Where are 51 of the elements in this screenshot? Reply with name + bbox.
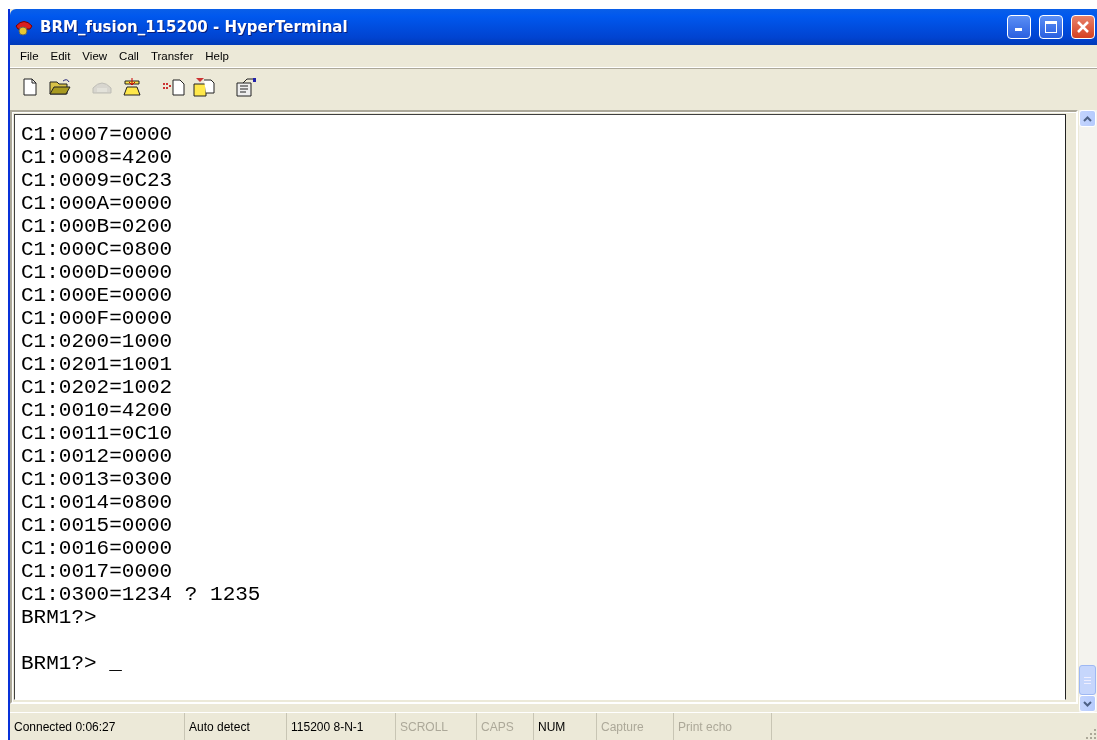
window-title: BRM_fusion_115200 - HyperTerminal [40, 18, 349, 36]
menu-item[interactable]: Edit [44, 50, 77, 62]
terminal-line: C1:000B=0200 [21, 215, 174, 238]
status-panel: SCROLL [396, 713, 477, 740]
status-panel: Print echo [674, 713, 772, 740]
terminal-line: C1:000F=0000 [21, 307, 174, 330]
terminal-line: C1:0300=1234 ? 1235 [21, 583, 262, 606]
close-button[interactable] [1071, 15, 1095, 39]
status-panel: NUM [534, 713, 597, 740]
terminal-line: C1:000C=0800 [21, 238, 174, 261]
terminal-line: C1:0014=0800 [21, 491, 174, 514]
status-panel: 115200 8-N-1 [287, 713, 396, 740]
terminal-line: C1:0017=0000 [21, 560, 174, 583]
menu-item[interactable]: Help [199, 50, 235, 62]
terminal-line: C1:0012=0000 [21, 445, 174, 468]
terminal-line: C1:0016=0000 [21, 537, 174, 560]
terminal-line: C1:0011=0C10 [21, 422, 174, 445]
minimize-button[interactable] [1007, 15, 1031, 39]
scroll-down-icon[interactable] [1079, 695, 1096, 712]
phone-app-icon [14, 18, 34, 36]
status-panel: Connected 0:06:27 [10, 713, 185, 740]
terminal-line: C1:0201=1001 [21, 353, 174, 376]
status-panel: CAPS [477, 713, 534, 740]
maximize-button[interactable] [1039, 15, 1063, 39]
folder-icon[interactable] [192, 75, 216, 99]
terminal-line: C1:0007=0000 [21, 123, 174, 146]
status-panel: Auto detect [185, 713, 287, 740]
scroll-up-icon[interactable] [1079, 110, 1096, 127]
terminal-line: C1:0202=1002 [21, 376, 174, 399]
terminal-line: C1:0009=0C23 [21, 169, 174, 192]
menu-item[interactable]: View [76, 50, 114, 62]
terminal-line: C1:000A=0000 [21, 192, 174, 215]
maximize-icon [1044, 20, 1058, 34]
terminal-line: C1:0015=0000 [21, 514, 174, 537]
resize-grip-icon [1085, 728, 1097, 740]
properties-icon[interactable] [234, 75, 258, 99]
terminal-line: C1:0008=4200 [21, 146, 174, 169]
terminal-line: BRM1?> [21, 606, 98, 629]
menu-item[interactable]: File [14, 50, 45, 62]
status-panel: Capture [597, 713, 674, 740]
scroll-bar[interactable] [1079, 110, 1097, 712]
terminal-line: C1:0013=0300 [21, 468, 174, 491]
menu-item[interactable]: Call [113, 50, 145, 62]
scroll-thumb[interactable] [1079, 665, 1096, 695]
terminal-line: C1:0010=4200 [21, 399, 174, 422]
close-icon [1076, 20, 1090, 34]
terminal-line: C1:000E=0000 [21, 284, 174, 307]
terminal-line: C1:000D=0000 [21, 261, 174, 284]
terminal-prompt: BRM1?> _ [21, 652, 123, 675]
terminal-line: C1:0200=1000 [21, 330, 174, 353]
menu-item[interactable]: Transfer [144, 50, 200, 62]
